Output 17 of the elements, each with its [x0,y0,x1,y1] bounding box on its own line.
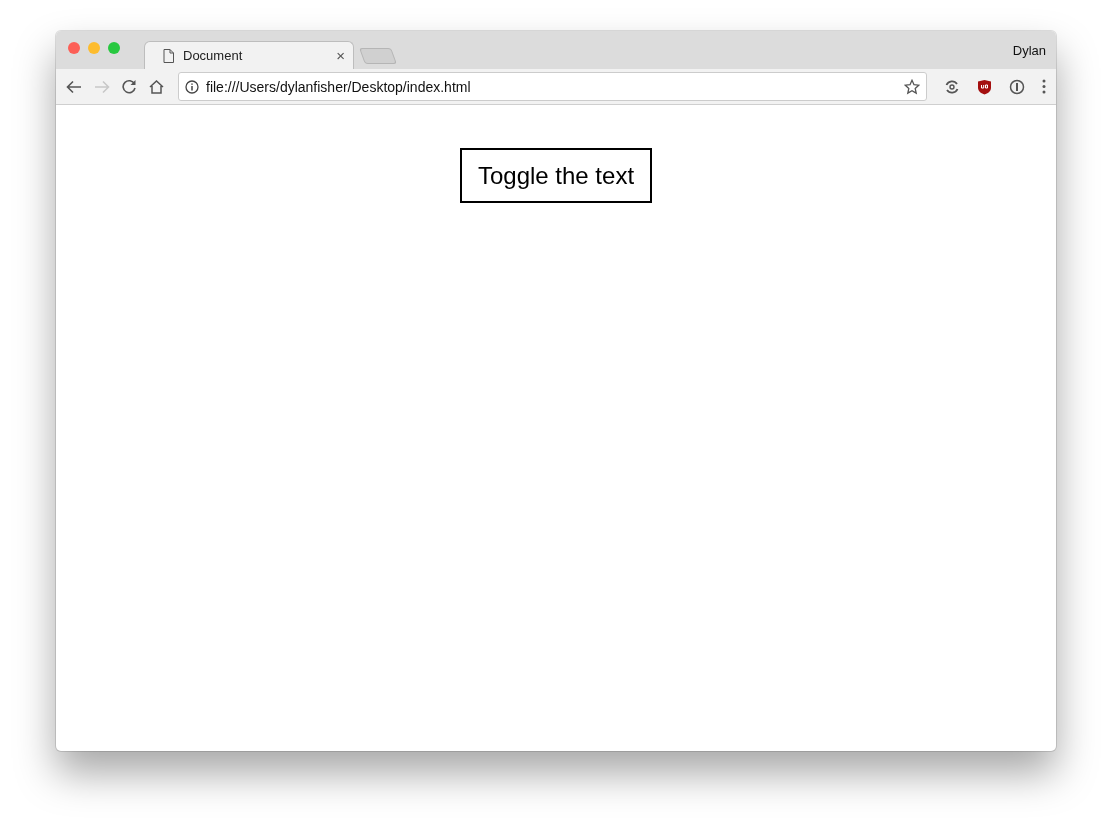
browser-tab[interactable]: Document × [144,41,354,69]
toggle-button[interactable]: Toggle the text [459,148,653,203]
info-icon [185,79,199,94]
profile-name[interactable]: Dylan [1012,43,1046,58]
tab-title: Document [183,48,244,63]
sync-icon[interactable] [944,78,960,95]
tab-close-button[interactable]: × [336,47,345,64]
document-icon [163,48,174,63]
back-icon[interactable] [66,79,82,94]
shield-icon[interactable] [977,78,992,95]
menu-icon[interactable] [1042,79,1046,94]
address-bar[interactable]: file:///Users/dylanfisher/Desktop/index.html [178,72,927,101]
home-icon[interactable] [149,79,164,94]
url-text: file:///Users/dylanfisher/Desktop/index.html [206,78,472,95]
reload-icon[interactable] [122,79,137,94]
star-icon[interactable] [904,78,920,95]
password-icon[interactable] [1009,78,1025,95]
